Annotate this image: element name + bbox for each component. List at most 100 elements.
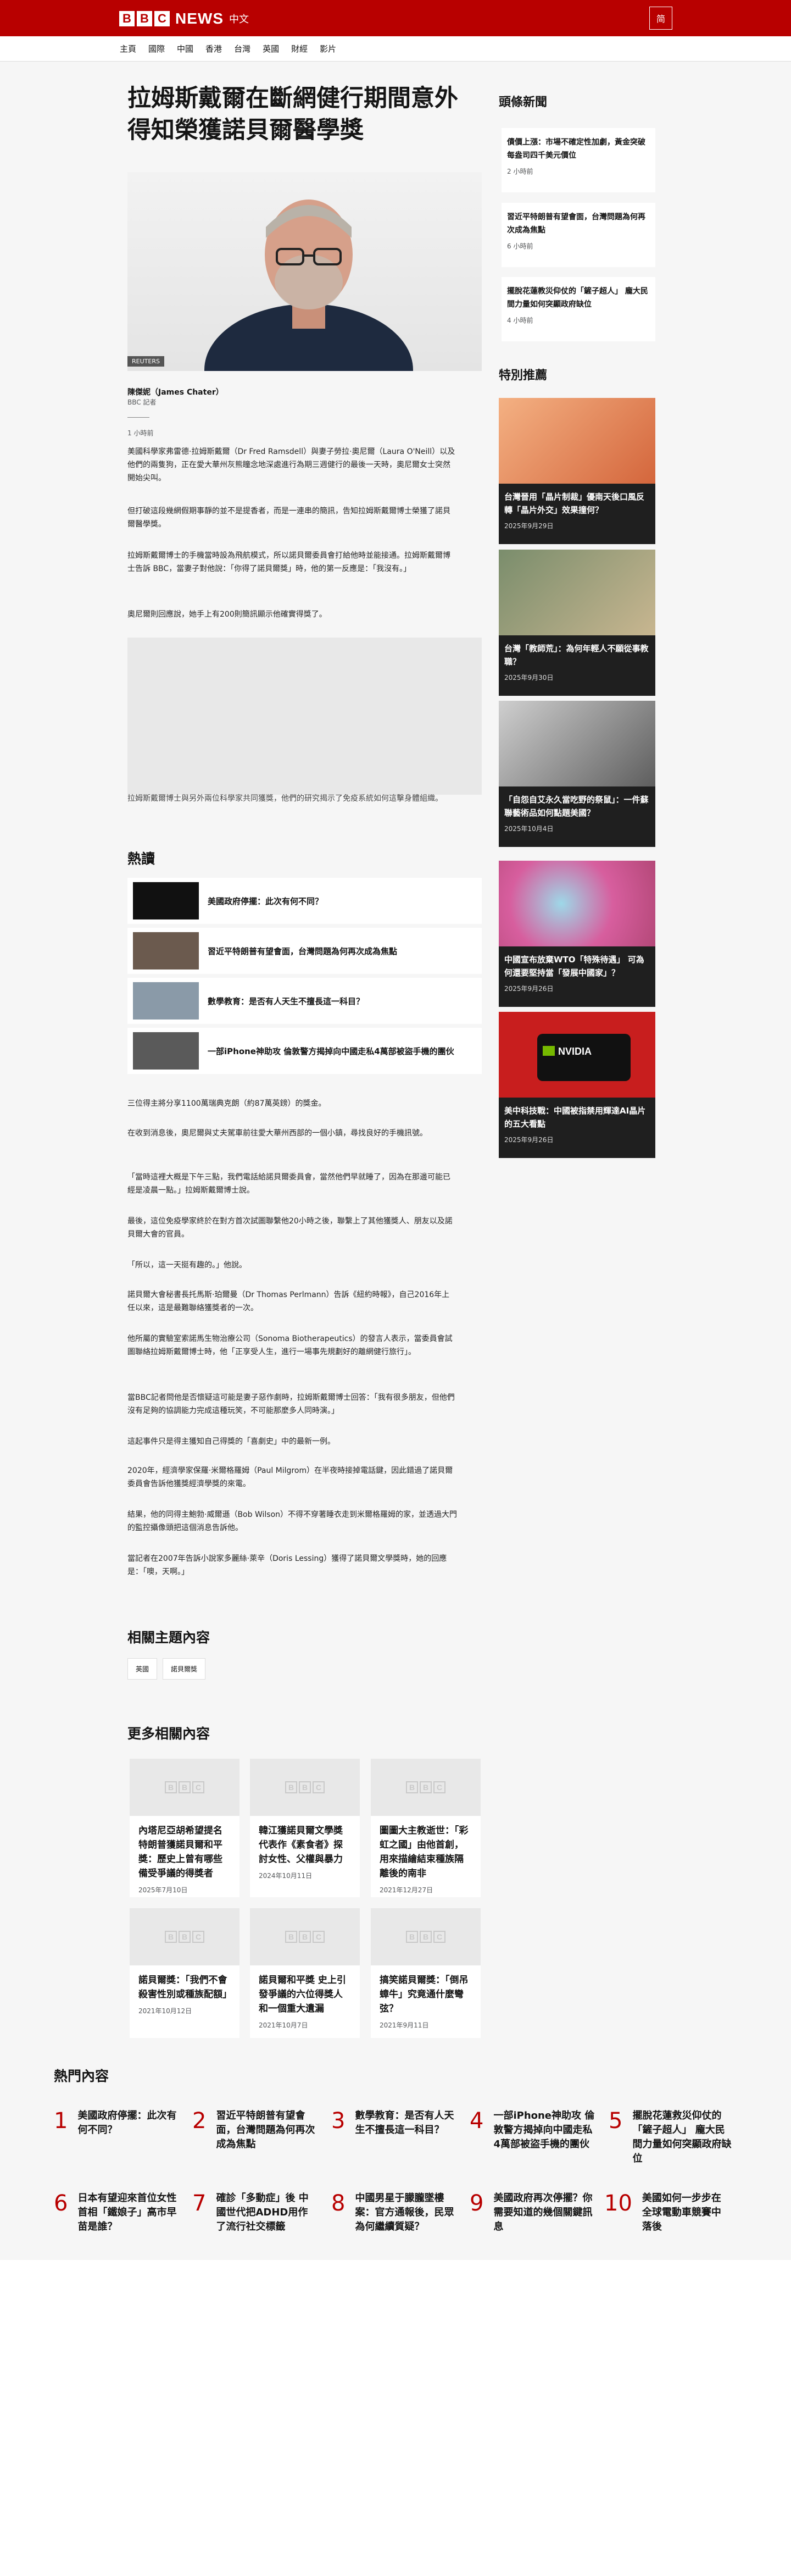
- image-credit-badge: REUTERS: [127, 356, 164, 367]
- topic-tag[interactable]: 諾貝爾獎: [163, 1658, 206, 1680]
- nav-item[interactable]: 主頁: [120, 43, 136, 54]
- nav-item[interactable]: 影片: [320, 43, 336, 54]
- popular-rank: 7: [192, 2191, 207, 2216]
- popular-item-title: 美國政府停擺：此次有何不同？: [77, 2110, 177, 2136]
- popular-item[interactable]: 4 一部iPhone神助攻 倫敦警方揭掉向中國走私4萬部被盜手機的團伙: [470, 2109, 595, 2152]
- nvidia-phone-illustration: NVIDIA: [537, 1034, 631, 1081]
- hot-item-thumbnail: [133, 982, 199, 1020]
- nav-item[interactable]: 英國: [263, 43, 279, 54]
- popular-item-title: 日本有望迎來首位女性首相「鐵娘子」高市早苗是誰？: [77, 2192, 177, 2232]
- popular-item[interactable]: 9 美國政府再次停擺？你需要知道的幾個關鍵訊息: [470, 2191, 595, 2234]
- bbc-placeholder-image: BBC: [371, 1908, 481, 1965]
- published-time: 1 小時前: [127, 429, 154, 437]
- popular-item[interactable]: 8 中國男星于朦朧墜樓案：官方通報後，民眾為何繼續質疑？: [331, 2191, 456, 2234]
- nav-item[interactable]: 香港: [205, 43, 222, 54]
- recommended-card-date: 2025年9月30日: [504, 674, 554, 682]
- recommended-image: [499, 701, 655, 786]
- article-paragraph: 拉姆斯戴爾博士的手機當時設為飛航模式，所以諾貝爾委員會打給他時並能接通。拉姆斯戴…: [127, 551, 450, 573]
- related-card[interactable]: BBC 韓江獲諾貝爾文學獎 代表作《素食者》探討女性、父權與暴力 2024年10…: [250, 1759, 360, 1897]
- related-card-title: 諾貝爾和平獎 史上引發爭議的六位得獎人和一個重大遺漏: [259, 1975, 346, 2014]
- recommended-card[interactable]: 台灣晉用「晶片制裁」優南天後口風反轉「晶片外交」效果撞何？ 2025年9月29日: [499, 398, 655, 544]
- article-paragraph: 在收到消息後，奧尼爾與丈夫駕車前往愛大華州西部的一個小鎮，尋找良好的手機訊號。: [127, 1129, 427, 1138]
- related-card-title: 諾貝爾獎：「我們不會殺害性別或種族配額」: [138, 1975, 232, 2000]
- popular-rank: 6: [54, 2191, 68, 2216]
- recommended-card[interactable]: 中國宣布放棄WTO「特殊待遇」 可為何還要堅持當「發展中國家」？ 2025年9月…: [499, 861, 655, 1007]
- popular-item-title: 美國如何一步步在全球電動車競賽中落後: [642, 2192, 721, 2232]
- related-card[interactable]: BBC 諾貝爾和平獎 史上引發爭議的六位得獎人和一個重大遺漏 2021年10月7…: [250, 1908, 360, 2038]
- bbc-placeholder-image: BBC: [250, 1759, 360, 1816]
- recommended-card-title: 「自怨自艾永久當吃野的祭鼠」：一件蘇聯藝術品如何點題美國？: [504, 795, 649, 818]
- bbc-news-logo[interactable]: B B C NEWS 中文: [119, 10, 249, 27]
- article-paragraph: 當BBC記者問他是否懷疑這可能是妻子惡作劇時，拉姆斯戴爾博士回答：「我有很多朋友…: [127, 1393, 455, 1415]
- nav-item[interactable]: 國際: [148, 43, 165, 54]
- hot-section-title: 熱讀: [127, 851, 155, 867]
- bbc-placeholder-image: BBC: [130, 1759, 239, 1816]
- hot-item[interactable]: 美國政府停擺：此次有何不同？: [127, 878, 482, 924]
- popular-item[interactable]: 10 美國如何一步步在全球電動車競賽中落後: [604, 2191, 729, 2234]
- nvidia-word: NVIDIA: [558, 1046, 592, 1057]
- hot-item-thumbnail: [133, 1032, 199, 1070]
- hot-item-title: 數學教育：是否有人天生不擅長這一科目？: [208, 996, 365, 1006]
- more-related-title: 更多相關內容: [127, 1726, 210, 1742]
- divider: [127, 417, 149, 418]
- recommended-card[interactable]: 「自怨自艾永久當吃野的祭鼠」：一件蘇聯藝術品如何點題美國？ 2025年10月4日: [499, 701, 655, 847]
- popular-item[interactable]: 3 數學教育：是否有人天生不擅長這一科目？: [331, 2109, 456, 2137]
- logo-news-text: NEWS: [175, 10, 224, 27]
- related-card-date: 2024年10月11日: [259, 1872, 313, 1880]
- main-nav: 主頁 國際 中國 香港 台灣 英國 財經 影片: [0, 36, 791, 62]
- recommended-card-date: 2025年9月29日: [504, 522, 554, 530]
- popular-item[interactable]: 2 習近平特朗普有望會面，台灣問題為何再次成為焦點: [192, 2109, 317, 2152]
- headline-title: 擺脫花蓮教災仰仗的「鏟子超人」 龐大民間力量如何突顯政府缺位: [507, 287, 648, 309]
- nav-item[interactable]: 財經: [291, 43, 308, 54]
- popular-item-title: 擺脫花蓮救災仰仗的「鏟子超人」 龐大民間力量如何突顯政府缺位: [632, 2110, 732, 2164]
- related-card[interactable]: BBC 圖圖大主教逝世：「彩虹之國」由他首創，用來描繪結束種族隔離後的南非 20…: [371, 1759, 481, 1897]
- topic-tag[interactable]: 英國: [127, 1658, 158, 1680]
- article-paragraph: 這起事件只是得主獲知自己得獎的「喜劇史」中的最新一例。: [127, 1437, 335, 1446]
- author-name: 陳傑妮（James Chater）: [127, 388, 224, 397]
- recommended-image: [499, 550, 655, 635]
- popular-rank: 10: [604, 2191, 632, 2216]
- recommended-card-date: 2025年9月26日: [504, 985, 554, 993]
- headlines-title: 頭條新聞: [499, 96, 548, 109]
- article-paragraph: 諾貝爾大會秘書長托馬斯·珀爾曼（Dr Thomas Perlmann）告訴《紐約…: [127, 1290, 450, 1312]
- recommended-card-title: 台灣「教師荒」：為何年輕人不願從事教職？: [504, 644, 649, 667]
- recommended-card[interactable]: 台灣「教師荒」：為何年輕人不願從事教職？ 2025年9月30日: [499, 550, 655, 696]
- related-card-date: 2025年7月10日: [138, 1886, 188, 1894]
- hot-item[interactable]: 一部iPhone神助攻 倫敦警方揭掉向中國走私4萬部被盜手機的團伙: [127, 1028, 482, 1074]
- hot-item[interactable]: 數學教育：是否有人天生不擅長這一科目？: [127, 978, 482, 1024]
- photo-caption: 拉姆斯戴爾博士與另外兩位科學家共同獲獎，他們的研究揭示了免疫系統如何這擊身體組織…: [127, 794, 443, 803]
- article-paragraph: 「當時這裡大概是下午三點，我們電話給諾貝爾委員會，當然他們早就睡了，因為在那邊可…: [127, 1173, 450, 1195]
- related-card-date: 2021年10月12日: [138, 2007, 192, 2015]
- related-card[interactable]: BBC 搞笑諾貝爾獎：「倒吊蟑牛」究竟通什麼彎弦？ 2021年9月11日: [371, 1908, 481, 2038]
- headline-card[interactable]: 債價上漲：市場不確定性加劇，黃金突破每盎司四千美元價位 2 小時前: [502, 128, 655, 192]
- popular-item[interactable]: 6 日本有望迎來首位女性首相「鐵娘子」高市早苗是誰？: [54, 2191, 179, 2234]
- article-title: 拉姆斯戴爾在斷網健行期間意外得知榮獲諾貝爾醫學獎: [127, 85, 458, 144]
- recommended-card[interactable]: NVIDIA 美中科技戰：中國被指禁用輝達AI晶片的五大看點 2025年9月26…: [499, 1012, 655, 1158]
- headline-card[interactable]: 習近平特朗普有望會面，台灣問題為何再次成為焦點 6 小時前: [502, 203, 655, 267]
- popular-item[interactable]: 5 擺脫花蓮救災仰仗的「鏟子超人」 龐大民間力量如何突顯政府缺位: [609, 2109, 734, 2166]
- hot-item-thumbnail: [133, 932, 199, 970]
- popular-item-title: 一部iPhone神助攻 倫敦警方揭掉向中國走私4萬部被盜手機的團伙: [493, 2110, 595, 2150]
- popular-item-title: 習近平特朗普有望會面，台灣問題為何再次成為焦點: [216, 2110, 315, 2150]
- popular-rank: 4: [470, 2108, 484, 2134]
- hot-item[interactable]: 習近平特朗普有望會面，台灣問題為何再次成為焦點: [127, 928, 482, 974]
- simplified-chinese-button[interactable]: 简: [649, 7, 672, 30]
- nav-item[interactable]: 台灣: [234, 43, 250, 54]
- headline-title: 債價上漲：市場不確定性加劇，黃金突破每盎司四千美元價位: [507, 138, 645, 160]
- nav-item[interactable]: 中國: [177, 43, 193, 54]
- logo-block-b2: B: [137, 11, 152, 26]
- popular-rank: 2: [192, 2108, 207, 2134]
- popular-item-title: 確診「多動症」後 中國世代把ADHD用作了流行社交標籤: [216, 2192, 309, 2232]
- popular-item[interactable]: 7 確診「多動症」後 中國世代把ADHD用作了流行社交標籤: [192, 2191, 317, 2234]
- related-card-title: 內塔尼亞胡希望提名特朗普獲諾貝爾和平獎：歷史上曾有哪些備受爭議的得獎者: [138, 1825, 222, 1879]
- recommended-image: [499, 861, 655, 946]
- headline-card[interactable]: 擺脫花蓮教災仰仗的「鏟子超人」 龐大民間力量如何突顯政府缺位 4 小時前: [502, 277, 655, 341]
- recommended-card-title: 中國宣布放棄WTO「特殊待遇」 可為何還要堅持當「發展中國家」？: [504, 955, 644, 978]
- related-card[interactable]: BBC 諾貝爾獎：「我們不會殺害性別或種族配額」 2021年10月12日: [130, 1908, 239, 2038]
- related-card-date: 2021年9月11日: [380, 2021, 429, 2029]
- article-paragraph: 三位得主將分享1100萬瑞典克朗（約87萬英鎊）的獎金。: [127, 1099, 326, 1108]
- related-card[interactable]: BBC 內塔尼亞胡希望提名特朗普獲諾貝爾和平獎：歷史上曾有哪些備受爭議的得獎者 …: [130, 1759, 239, 1897]
- article-photo-placeholder: [127, 638, 482, 795]
- popular-item[interactable]: 1 美國政府停擺：此次有何不同？: [54, 2109, 179, 2137]
- recommended-card-date: 2025年10月4日: [504, 825, 554, 833]
